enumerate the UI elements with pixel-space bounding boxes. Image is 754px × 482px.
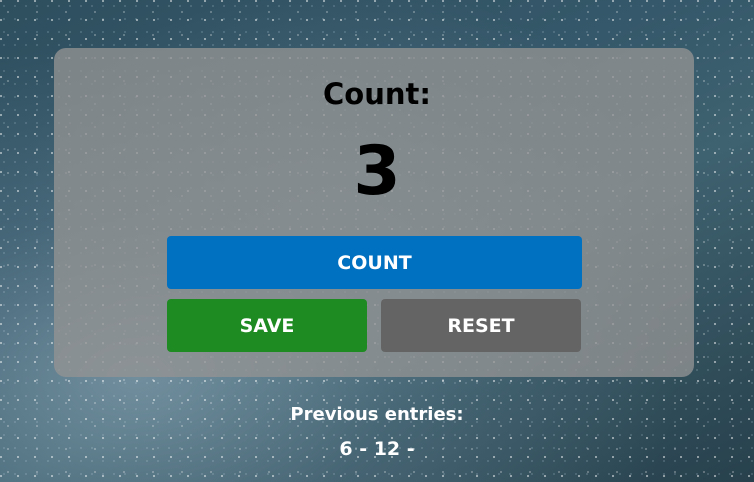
save-button[interactable]: SAVE bbox=[167, 299, 367, 352]
count-value: 3 bbox=[353, 132, 401, 211]
count-label: Count: bbox=[323, 77, 431, 111]
previous-entries-list: 6 - 12 - bbox=[339, 438, 415, 460]
starry-background: { "counter": { "label": "Count:", "value… bbox=[0, 0, 754, 482]
previous-entries-title: Previous entries: bbox=[290, 404, 464, 425]
count-button[interactable]: COUNT bbox=[167, 236, 582, 289]
reset-button[interactable]: RESET bbox=[381, 299, 581, 352]
